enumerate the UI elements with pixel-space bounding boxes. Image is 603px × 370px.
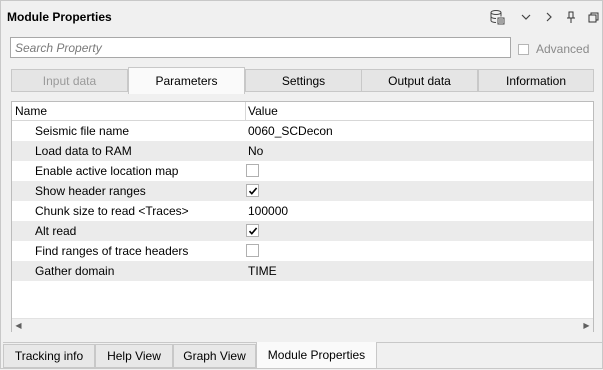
table-row[interactable]: Load data to RAM No [12,141,593,161]
tab-label: Output data [388,73,451,88]
database-icon[interactable] [489,8,505,26]
tab-label: Tracking info [14,349,84,363]
property-table: Name Value Seismic file name 0060_SCDeco… [11,101,594,332]
title-bar: Module Properties [2,2,603,32]
property-value[interactable]: 0060_SCDecon [248,124,333,138]
table-row[interactable]: Show header ranges [12,181,593,201]
tab-help-view[interactable]: Help View [95,344,173,368]
property-name: Find ranges of trace headers [35,244,189,258]
module-properties-panel: Module Properties Advanced Input data Pa… [0,0,603,369]
table-row[interactable]: Chunk size to read <Traces> 100000 [12,201,593,221]
table-row[interactable]: Alt read [12,221,593,241]
property-checkbox[interactable] [246,184,259,197]
tab-label: Module Properties [267,348,366,362]
property-value[interactable]: TIME [248,264,277,278]
advanced-checkbox[interactable] [518,43,529,55]
property-checkbox[interactable] [246,224,259,237]
tab-label: Parameters [155,74,218,88]
property-name: Show header ranges [35,184,146,198]
checkmark-icon [248,186,257,195]
column-header-value[interactable]: Value [248,104,278,118]
checkmark-icon [248,226,257,235]
property-name: Gather domain [35,264,115,278]
scroll-left-icon[interactable]: ◀ [12,319,25,332]
horizontal-scrollbar[interactable]: ◀ ▶ [12,318,593,332]
tab-graph-view[interactable]: Graph View [173,344,256,368]
property-name: Enable active location map [35,164,179,178]
property-checkbox[interactable] [246,244,259,257]
tab-label: Settings [281,73,326,88]
restore-icon[interactable] [585,8,601,26]
column-divider[interactable] [245,102,246,120]
table-row[interactable]: Seismic file name 0060_SCDecon [12,121,593,141]
advanced-label: Advanced [536,42,590,56]
tab-input-data: Input data [11,69,128,92]
property-name: Load data to RAM [35,144,132,158]
tab-label: Input data [42,73,97,88]
property-name: Seismic file name [35,124,130,138]
pin-icon[interactable] [563,8,579,26]
tab-bar: Input data Parameters Settings Output da… [11,67,594,94]
search-input[interactable] [10,37,511,58]
advanced-toggle[interactable]: Advanced [518,42,589,56]
scroll-right-icon[interactable]: ▶ [580,319,593,332]
panel-title: Module Properties [7,10,112,24]
tab-output-data[interactable]: Output data [361,69,478,92]
bottom-tab-bar: Tracking info Help View Graph View Modul… [3,342,602,370]
tab-label: Information [505,73,567,88]
tab-label: Help View [107,349,161,363]
table-row[interactable]: Enable active location map [12,161,593,181]
column-header-name[interactable]: Name [15,104,47,118]
tab-tracking-info[interactable]: Tracking info [3,344,95,368]
table-header: Name Value [12,102,593,121]
tab-label: Graph View [183,349,246,363]
property-value[interactable]: 100000 [248,204,288,218]
property-name: Chunk size to read <Traces> [35,204,189,218]
property-value[interactable]: No [248,144,263,158]
tab-parameters[interactable]: Parameters [128,67,245,94]
tab-information[interactable]: Information [478,69,594,92]
tab-settings[interactable]: Settings [245,69,362,92]
table-row[interactable]: Find ranges of trace headers [12,241,593,261]
property-name: Alt read [35,224,77,238]
chevron-right-icon[interactable] [541,8,557,26]
chevron-down-icon[interactable] [518,8,534,26]
tab-module-properties[interactable]: Module Properties [256,342,377,369]
table-row[interactable]: Gather domain TIME [12,261,593,281]
property-checkbox[interactable] [246,164,259,177]
